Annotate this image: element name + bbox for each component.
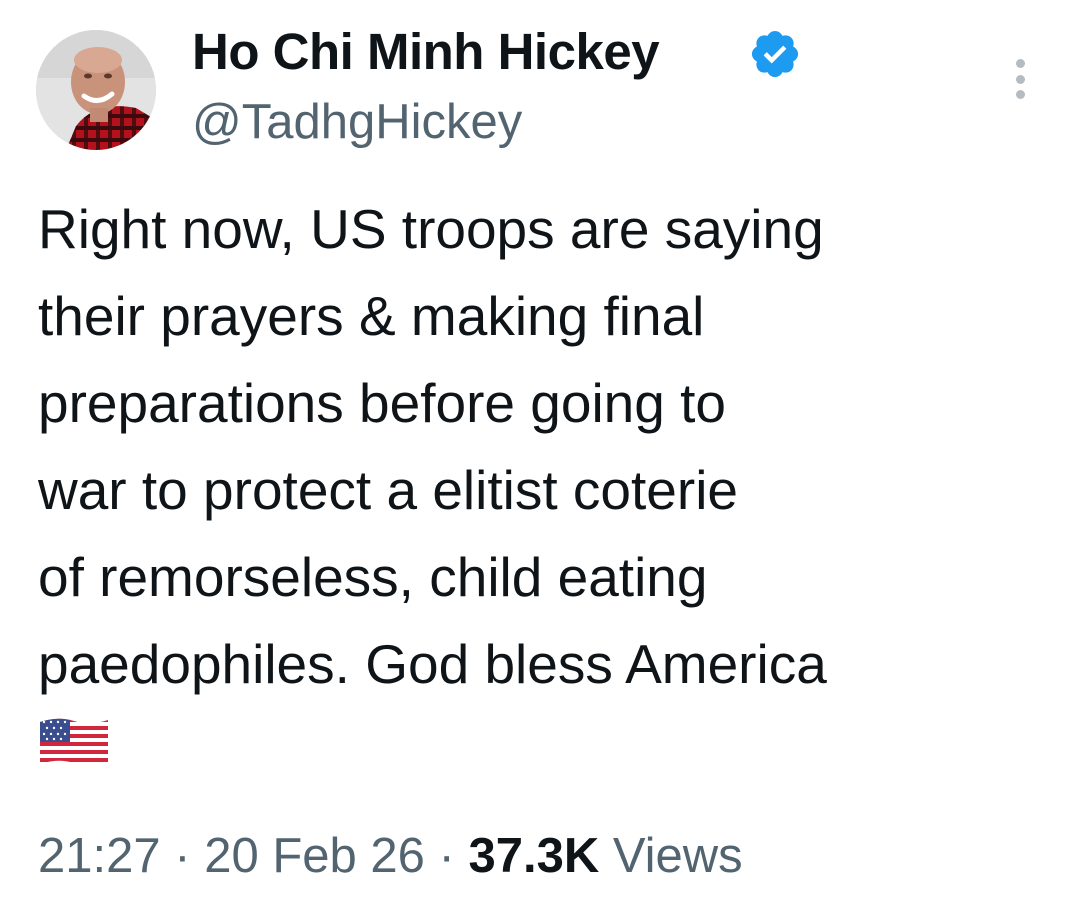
meta-separator: · bbox=[438, 829, 455, 883]
tweet-line: paedophiles. God bless America bbox=[38, 633, 827, 695]
more-options-icon[interactable] bbox=[1003, 56, 1037, 102]
tweet-date[interactable]: 20 Feb 26 bbox=[204, 829, 425, 883]
views-label[interactable]: Views bbox=[613, 829, 743, 883]
tweet-text: Right now, US troops are saying their pr… bbox=[38, 186, 1058, 708]
profile-photo-icon bbox=[36, 30, 156, 150]
tweet-time[interactable]: 21:27 bbox=[38, 829, 161, 883]
tweet-line: war to protect a elitist coterie bbox=[38, 459, 739, 521]
tweet-line: their prayers & making final bbox=[38, 285, 705, 347]
more-dot bbox=[1015, 74, 1025, 84]
tweet-meta: 21:27 · 20 Feb 26 · 37.3K Views bbox=[38, 826, 743, 886]
us-flag-emoji-icon bbox=[40, 718, 108, 766]
more-dot bbox=[1015, 90, 1025, 99]
views-count[interactable]: 37.3K bbox=[468, 829, 599, 883]
tweet-line: Right now, US troops are saying bbox=[38, 198, 824, 260]
avatar[interactable] bbox=[36, 30, 156, 150]
display-name[interactable]: Ho Chi Minh Hickey bbox=[192, 22, 660, 82]
tweet-line: preparations before going to bbox=[38, 372, 726, 434]
tweet-line: of remorseless, child eating bbox=[38, 546, 708, 608]
user-handle[interactable]: @TadhgHickey bbox=[192, 92, 522, 152]
more-dot bbox=[1015, 59, 1025, 68]
verified-badge-icon[interactable] bbox=[748, 27, 802, 81]
meta-separator: · bbox=[174, 829, 191, 883]
